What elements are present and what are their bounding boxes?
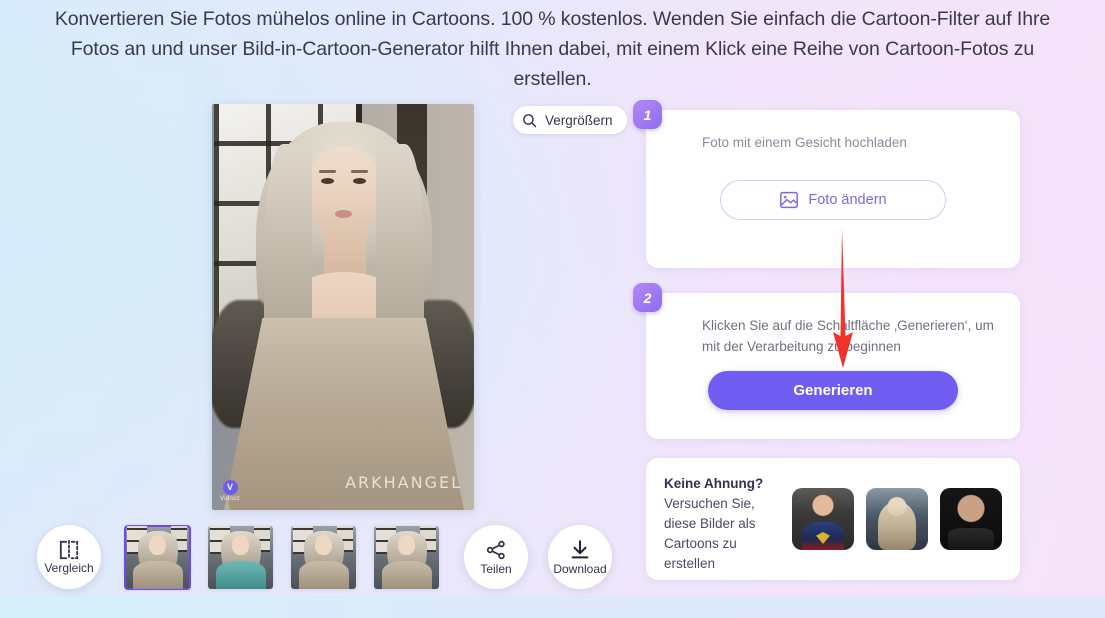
watermark-logo-icon: V (222, 480, 238, 495)
result-thumbnail-list (124, 525, 439, 590)
ideas-text-block: Keine Ahnung? Versuchen Sie, diese Bilde… (664, 474, 784, 574)
artwork-eye-right (353, 178, 366, 184)
change-photo-button[interactable]: Foto ändern (720, 180, 946, 220)
artwork-brow-right (351, 170, 368, 173)
page-root: Konvertieren Sie Fotos mühelos online in… (0, 0, 1105, 618)
compare-button[interactable]: Vergleich (37, 525, 101, 589)
share-button[interactable]: Teilen (464, 525, 528, 589)
result-thumbnail-4[interactable] (374, 526, 439, 589)
share-icon (485, 539, 507, 561)
download-label: Download (553, 561, 607, 576)
step-2-card: 2 Klicken Sie auf die Schaltfläche ‚Gene… (633, 283, 1020, 439)
ideas-body: Versuchen Sie, diese Bilder als Cartoons… (664, 496, 756, 571)
download-button[interactable]: Download (548, 525, 612, 589)
enlarge-button[interactable]: Vergrößern (513, 106, 627, 134)
result-thumbnail-1[interactable] (124, 525, 191, 590)
preview-image[interactable]: ARKHANGEL V Vidnoz (212, 104, 474, 510)
image-icon (779, 191, 799, 209)
result-thumbnail-2[interactable] (208, 526, 273, 589)
change-photo-label: Foto ändern (808, 192, 887, 208)
preview-artwork (212, 104, 474, 510)
watermark-label: Vidnoz (220, 496, 241, 502)
step-2-text: Klicken Sie auf die Schaltfläche ‚Generi… (702, 318, 994, 354)
artwork-signature: ARKHANGEL (345, 473, 462, 492)
artwork-face (308, 146, 380, 242)
download-icon (569, 539, 591, 561)
artwork-eye-left (321, 178, 334, 184)
step-1-badge: 1 (633, 100, 662, 129)
generate-button[interactable]: Generieren (708, 371, 958, 410)
ideas-card: Keine Ahnung? Versuchen Sie, diese Bilde… (646, 458, 1020, 580)
search-icon (521, 112, 538, 129)
artwork-brow-left (319, 170, 336, 173)
enlarge-button-label: Vergrößern (545, 112, 613, 128)
sample-bald-man[interactable] (940, 488, 1002, 550)
share-label: Teilen (480, 561, 512, 576)
sample-blonde-woman[interactable] (866, 488, 928, 550)
artwork-lips (335, 210, 352, 218)
ideas-title: Keine Ahnung? (664, 476, 764, 491)
ideas-sample-list (792, 488, 1002, 550)
page-headline: Konvertieren Sie Fotos mühelos online in… (54, 8, 1051, 90)
result-thumbnail-3[interactable] (291, 526, 356, 589)
bottom-gradient-band (0, 596, 1105, 618)
sample-superman[interactable] (792, 488, 854, 550)
step-1-card: 1 Foto mit einem Gesicht hochladen Foto … (633, 100, 1020, 268)
step-2-badge: 2 (633, 283, 662, 312)
vidnoz-watermark: V Vidnoz (220, 480, 240, 502)
compare-label: Vergleich (44, 560, 94, 575)
compare-icon (57, 539, 81, 560)
step-1-text: Foto mit einem Gesicht hochladen (702, 135, 907, 150)
